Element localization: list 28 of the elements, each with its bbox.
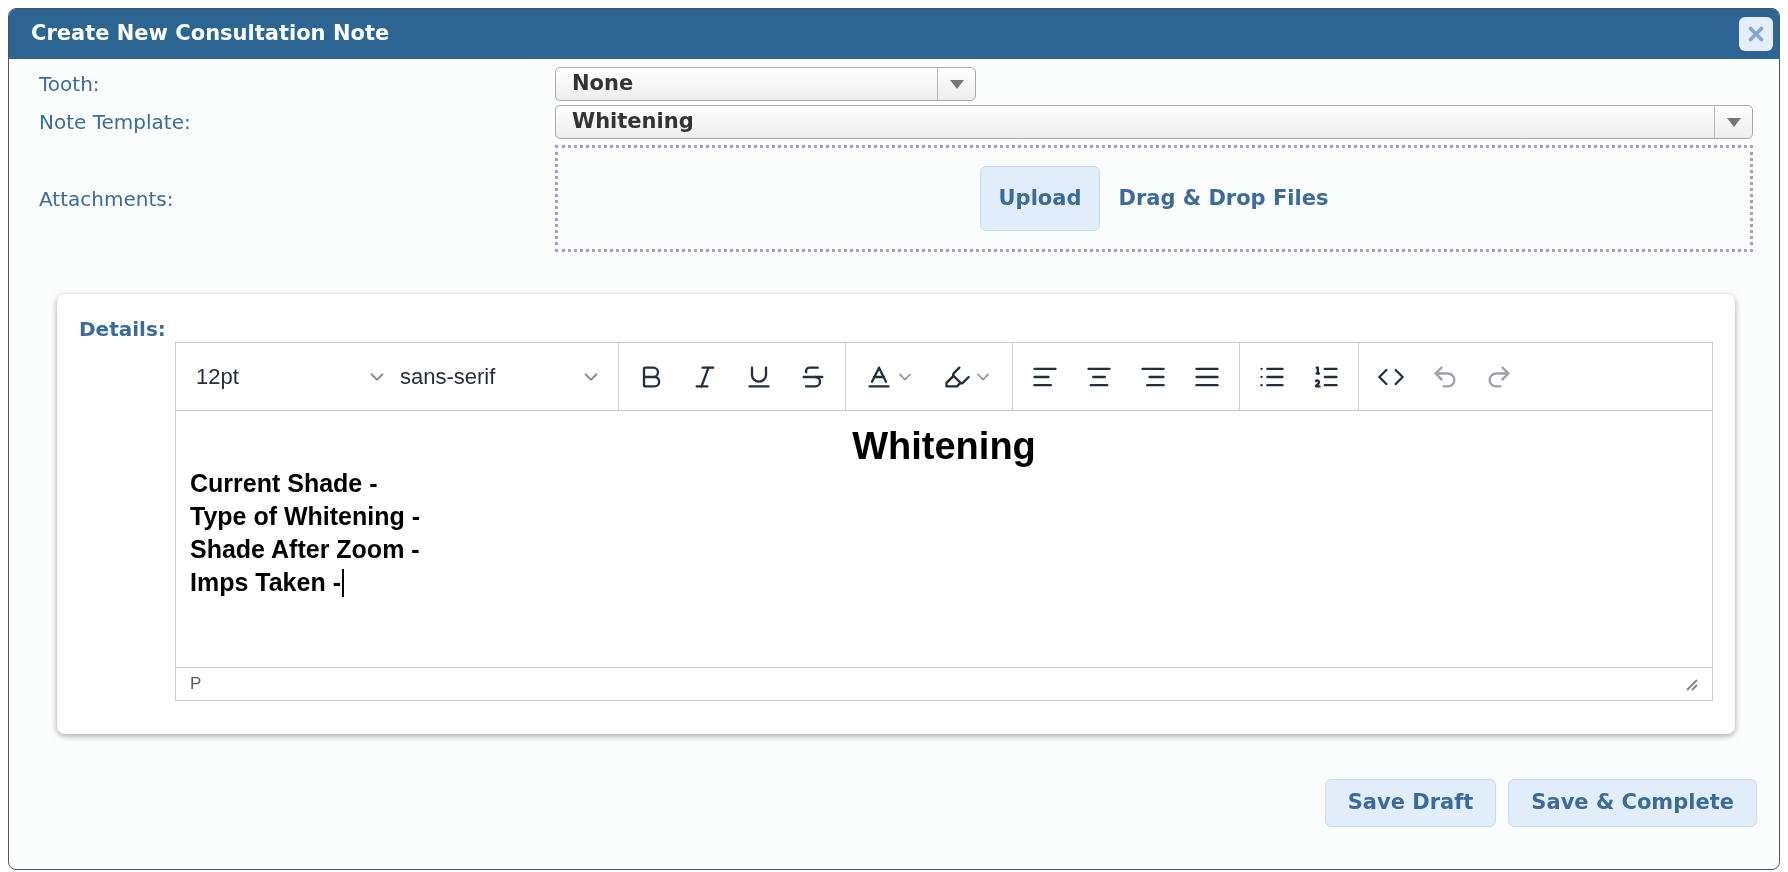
editor-content[interactable]: Whitening Current Shade - Type of Whitening - Shade After Zoom - Imps Taken - (176, 411, 1712, 667)
note-heading: Whitening (851, 425, 1037, 467)
note-line: Current Shade - (190, 468, 378, 499)
field-label: Note Template: (39, 109, 192, 136)
select-value: Whitening (571, 108, 695, 136)
dropdown-arrow-icon (1726, 117, 1741, 127)
file-drop-zone[interactable]: Upload Drag & Drop Files (555, 145, 1753, 252)
note-line: Shade After Zoom - (190, 534, 420, 565)
resize-handle-icon[interactable] (1684, 677, 1698, 691)
drop-hint: Drag & Drop Files (1118, 184, 1329, 212)
note-line: Type of Whitening - (190, 501, 421, 532)
dropdown-arrow-icon (949, 79, 964, 89)
action-button[interactable]: Save Draft (1324, 779, 1497, 827)
dialog-title: Create New Consultation Note (31, 20, 391, 48)
dropdown-select[interactable]: Whitening (555, 105, 1753, 139)
note-line: Imps Taken - (190, 567, 341, 598)
action-button[interactable]: Save & Complete (1508, 779, 1757, 827)
field-label: Tooth: (39, 71, 101, 98)
element-path[interactable]: P (190, 671, 202, 697)
select-value: None (571, 70, 635, 98)
field-label: Attachments: (39, 185, 175, 213)
font-family-dropdown[interactable]: sans-serif (400, 360, 610, 393)
details-label: Details: (79, 316, 167, 343)
dropdown-select[interactable]: None (555, 67, 976, 101)
font-size-dropdown[interactable]: 12pt (196, 360, 396, 393)
text-cursor (341, 568, 344, 597)
upload-button[interactable]: Upload (979, 166, 1101, 231)
close-button[interactable] (1739, 17, 1773, 51)
